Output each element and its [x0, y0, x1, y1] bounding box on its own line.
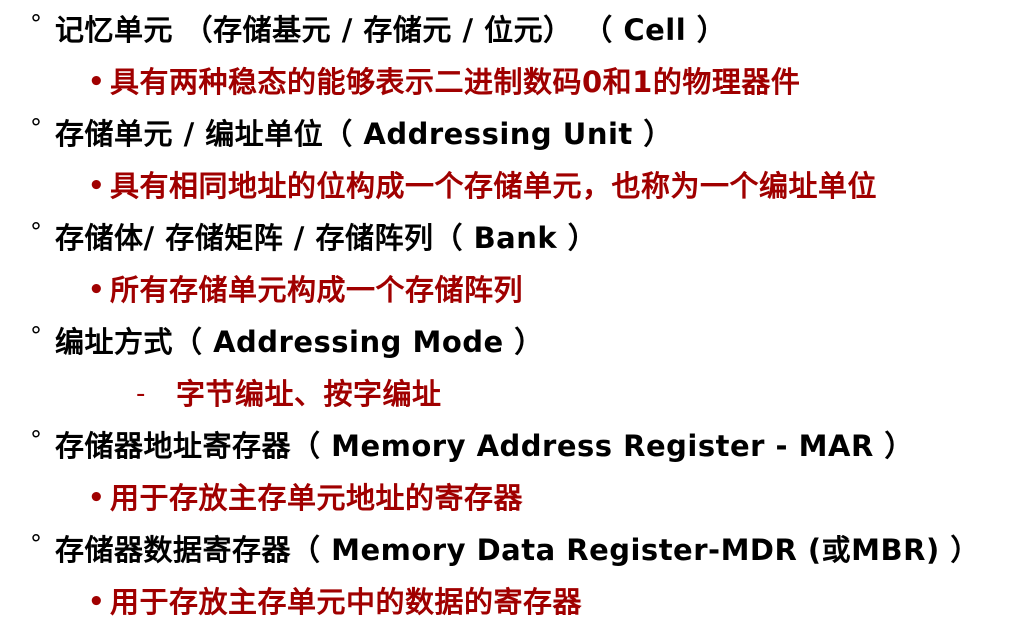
- term-cell: 记忆单元 （存储基元 / 存储元 / 位元） （ Cell ）: [55, 13, 727, 47]
- degree-marker: °: [30, 426, 43, 454]
- degree-marker: °: [30, 218, 43, 246]
- term-addressing-mode: 编址方式（ Addressing Mode ）: [55, 325, 544, 359]
- degree-marker: °: [30, 322, 43, 350]
- desc-addressing-mode: 字节编址、按字编址: [176, 377, 442, 411]
- bullet-marker: •: [88, 483, 106, 513]
- term-bank: 存储体/ 存储矩阵 / 存储阵列（ Bank ）: [55, 221, 598, 255]
- bullet-marker: •: [88, 587, 106, 617]
- desc-addressing-unit: 具有相同地址的位构成一个存储单元，也称为一个编址单位: [110, 169, 878, 203]
- degree-marker: °: [30, 10, 43, 38]
- desc-mdr: 用于存放主存单元中的数据的寄存器: [110, 585, 583, 619]
- term-addressing-unit: 存储单元 / 编址单位（ Addressing Unit ）: [55, 117, 673, 151]
- desc-cell: 具有两种稳态的能够表示二进制数码0和1的物理器件: [110, 65, 801, 99]
- desc-bank: 所有存储单元构成一个存储阵列: [110, 273, 524, 307]
- desc-mar: 用于存放主存单元地址的寄存器: [110, 481, 524, 515]
- degree-marker: °: [30, 114, 43, 142]
- dash-marker: -: [136, 379, 146, 409]
- degree-marker: °: [30, 530, 43, 558]
- slide: ° 记忆单元 （存储基元 / 存储元 / 位元） （ Cell ） • 具有两种…: [0, 0, 1023, 632]
- term-mar: 存储器地址寄存器（ Memory Address Register - MAR …: [55, 429, 914, 463]
- term-mdr: 存储器数据寄存器（ Memory Data Register-MDR (或MBR…: [55, 533, 980, 567]
- bullet-marker: •: [88, 275, 106, 305]
- bullet-marker: •: [88, 171, 106, 201]
- bullet-marker: •: [88, 67, 106, 97]
